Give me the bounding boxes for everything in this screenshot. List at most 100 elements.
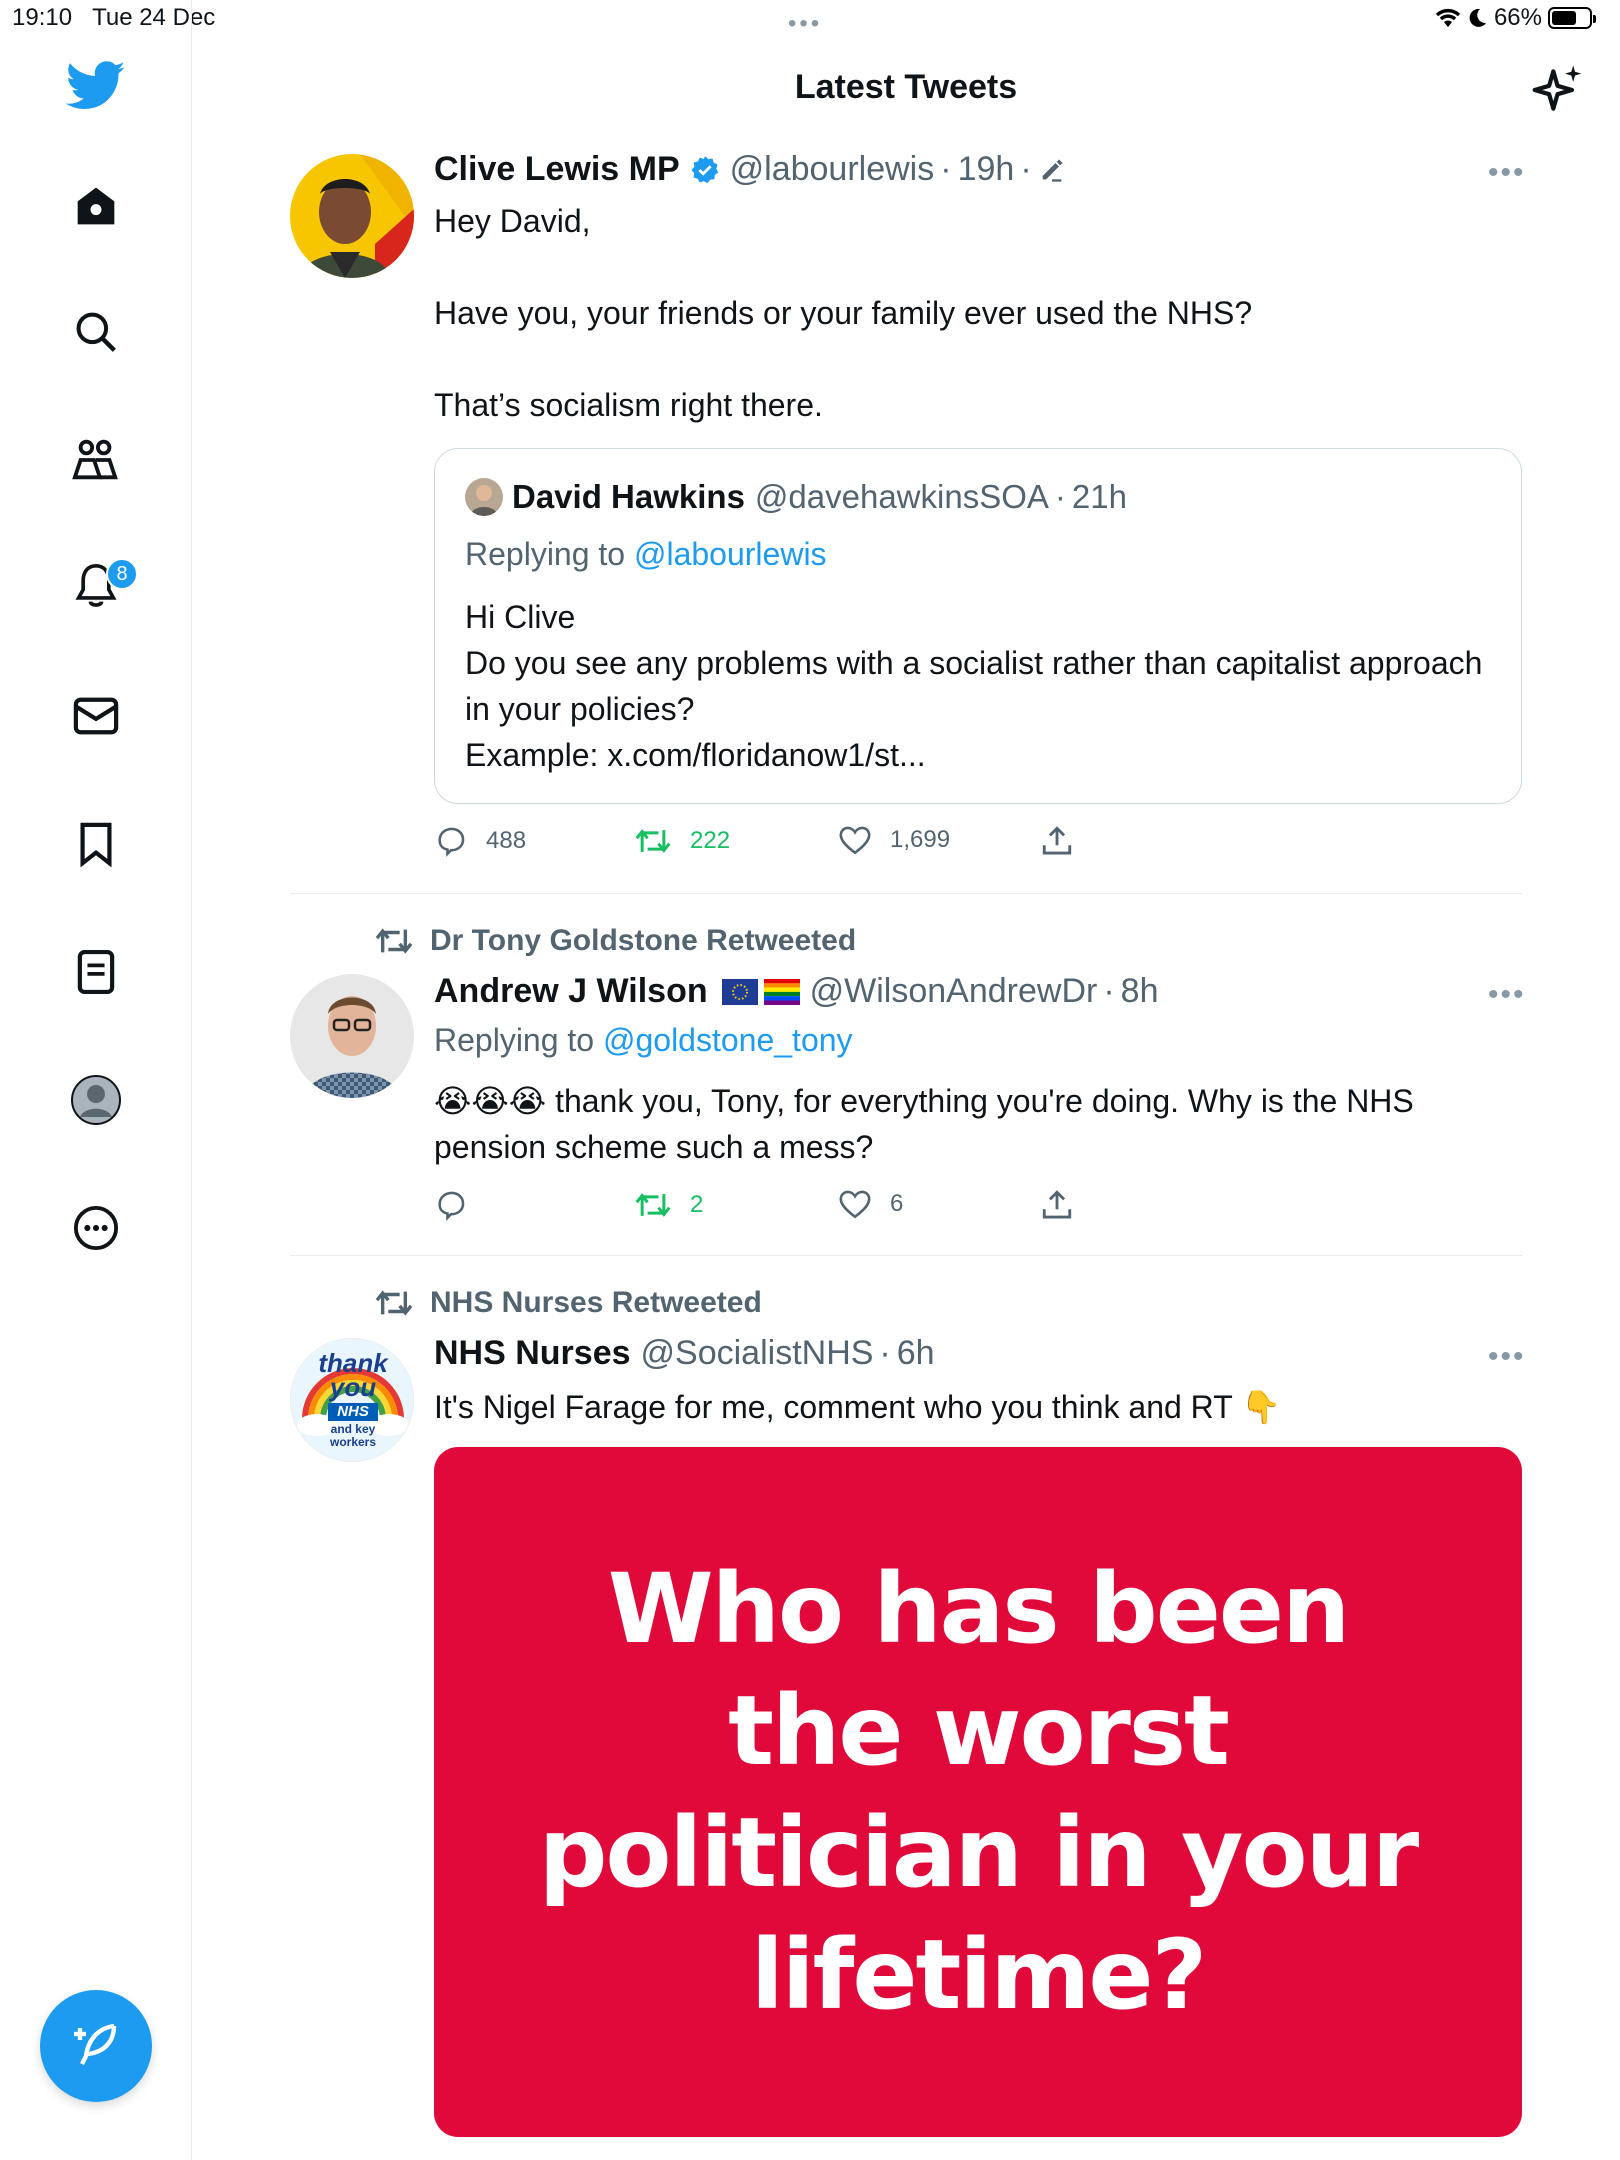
page-title: Latest Tweets (794, 68, 1018, 106)
reply-icon (438, 827, 465, 857)
separator-dot: · (1020, 150, 1032, 188)
status-indicators: 66% (1434, 4, 1596, 32)
replying-to-label: Replying to (434, 1022, 595, 1058)
bookmarks-icon[interactable] (66, 814, 126, 874)
messages-icon[interactable] (66, 686, 126, 746)
eu-flag-icon (721, 978, 758, 1005)
tweet-text: Hey David, Have you, your friends or you… (434, 203, 1253, 423)
replying-to-label: Replying to (465, 536, 626, 572)
separator-dot: · (940, 150, 952, 188)
quoted-author-handle: @davehawkinsSOA (754, 478, 1049, 515)
sparkle-icon[interactable] (1530, 62, 1586, 118)
lists-icon[interactable] (66, 942, 126, 1002)
tweet-more-menu-icon[interactable]: ••• (1488, 1340, 1526, 1374)
separator-dot: · (1054, 478, 1066, 515)
nhs-nurses-avatar[interactable]: thank you NHS and key workers (290, 1338, 414, 1462)
tweet-text-body: thank you, Tony, for everything you're d… (434, 1083, 1423, 1165)
retweeted-by-line[interactable]: Dr Tony Goldstone Retweeted (374, 924, 856, 958)
retweet-icon (635, 1193, 671, 1217)
share-button[interactable] (1040, 1188, 1074, 1222)
verified-badge-icon (691, 155, 718, 183)
author-name[interactable]: Clive Lewis MP (434, 150, 680, 189)
wifi-icon (1435, 8, 1461, 27)
profile-icon[interactable] (66, 1070, 126, 1130)
search-icon[interactable] (66, 302, 126, 362)
compose-tweet-button[interactable] (40, 1990, 152, 2102)
author-handle[interactable]: @SocialistNHS (641, 1334, 874, 1373)
tweet-time[interactable]: 8h (1121, 972, 1159, 1011)
rainbow-flag-icon (763, 978, 800, 1005)
author-handle[interactable]: @WilsonAndrewDr (810, 972, 1098, 1011)
author-handle[interactable]: @labourlewis (730, 150, 935, 189)
avatar-thank-text: thank you (318, 1348, 388, 1402)
retweet-small-icon (375, 928, 413, 954)
multitask-dots-icon[interactable]: ••• (788, 10, 822, 38)
tweet-divider (290, 1255, 1522, 1256)
tweet-text: It's Nigel Farage for me, comment who yo… (434, 1384, 1514, 1430)
quoted-author-name: David Hawkins (512, 478, 745, 515)
retweeted-by-line[interactable]: NHS Nurses Retweeted (374, 1286, 762, 1320)
clive-lewis-avatar[interactable] (290, 154, 414, 278)
tweet-header: NHS Nurses @SocialistNHS · 6h (434, 1334, 935, 1373)
reply-count: 488 (486, 827, 527, 854)
quoted-replying-line: Replying to @labourlewis (465, 536, 827, 573)
replying-line: Replying to @goldstone_tony (434, 1022, 853, 1059)
retweet-count: 2 (690, 1191, 704, 1218)
retweet-count: 222 (690, 827, 731, 854)
battery-percent: 66% (1493, 4, 1542, 31)
more-icon[interactable] (66, 1198, 126, 1258)
tweet-image-text: Who has been the worst politician in you… (538, 1553, 1420, 2031)
quoted-tweet-time: 21h (1071, 478, 1127, 515)
tweet-more-menu-icon[interactable]: ••• (1488, 978, 1526, 1012)
avatar-nhs-logo: NHS (328, 1403, 378, 1421)
edited-pencil-icon[interactable] (1038, 156, 1066, 184)
tweet-divider (290, 893, 1522, 894)
crying-emojis: 😭😭😭 (434, 1083, 547, 1119)
tweet-time[interactable]: 19h (958, 150, 1015, 189)
pointing-down-emoji: 👇 (1241, 1389, 1281, 1425)
david-hawkins-avatar (465, 478, 503, 516)
like-count: 1,699 (890, 826, 951, 853)
tweet-header: Clive Lewis MP @labourlewis · 19h · (434, 150, 1066, 189)
tweet-image[interactable]: Who has been the worst politician in you… (434, 1447, 1522, 2137)
home-icon[interactable] (66, 176, 126, 236)
separator-dot: · (879, 1334, 891, 1372)
replying-to-link[interactable]: @goldstone_tony (603, 1022, 853, 1058)
retweeted-by-text: Dr Tony Goldstone Retweeted (430, 924, 857, 957)
retweet-small-icon (375, 1290, 413, 1316)
share-button[interactable] (1040, 824, 1074, 858)
share-icon (1042, 826, 1072, 855)
andrew-wilson-avatar[interactable] (290, 974, 414, 1098)
retweet-icon (635, 829, 671, 853)
tweet-time[interactable]: 6h (897, 1334, 935, 1373)
share-icon (1042, 1190, 1072, 1219)
retweeted-by-text: NHS Nurses Retweeted (430, 1286, 762, 1319)
battery-icon (1548, 7, 1596, 29)
author-name[interactable]: NHS Nurses (434, 1334, 631, 1373)
reply-button[interactable]: 488 (434, 824, 526, 858)
quoted-tweet-text: Hi Clive Do you see any problems with a … (465, 599, 1483, 773)
avatar-subtext: and key workers (329, 1422, 377, 1449)
tweet-text-body: It's Nigel Farage for me, comment who yo… (434, 1389, 1233, 1425)
heart-icon (839, 1190, 871, 1219)
retweet-button[interactable]: 2 (634, 1188, 703, 1222)
twitter-logo-icon[interactable] (66, 60, 126, 112)
like-count: 6 (890, 1190, 904, 1217)
compose-feather-icon (74, 2023, 117, 2065)
quoted-tweet-header: David Hawkins @davehawkinsSOA · 21h (512, 478, 1127, 516)
reply-icon (438, 1191, 465, 1221)
notification-badge: 8 (106, 558, 138, 590)
replying-to-link[interactable]: @labourlewis (634, 536, 827, 572)
heart-icon (839, 826, 871, 855)
tweet-more-menu-icon[interactable]: ••• (1488, 156, 1526, 190)
like-button[interactable]: 6 (838, 1188, 903, 1220)
separator-dot: · (1103, 972, 1115, 1010)
tweet-text: 😭😭😭 thank you, Tony, for everything you'… (434, 1078, 1514, 1170)
communities-icon[interactable] (66, 430, 126, 490)
reply-button[interactable] (434, 1188, 486, 1222)
moon-icon (1469, 8, 1486, 27)
retweet-button[interactable]: 222 (634, 824, 730, 858)
author-name[interactable]: Andrew J Wilson (434, 972, 708, 1011)
tweet-header: Andrew J Wilson @WilsonAndrewDr · 8h (434, 972, 1158, 1011)
like-button[interactable]: 1,699 (838, 824, 950, 856)
